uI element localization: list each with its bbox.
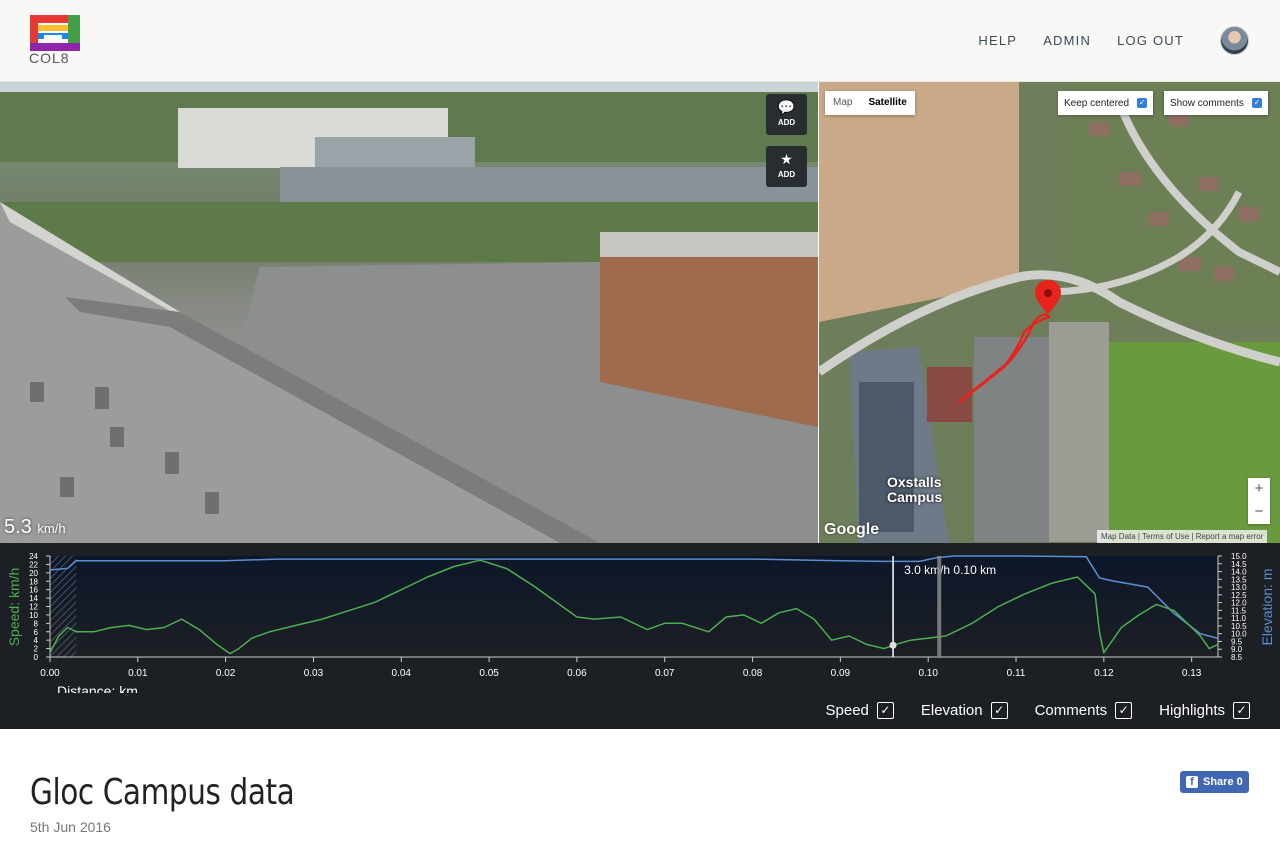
cursor-label: 3.0 km/h 0.10 km: [904, 563, 996, 577]
video-player[interactable]: 💬 ADD ★ ADD 5.3 km/h: [0, 82, 818, 543]
start-hatch: [50, 556, 77, 657]
chart-series-toggles: Speed ✓ Elevation ✓ Comments ✓ Highlights ✓: [799, 702, 1250, 719]
left-axis-title: Speed: km/h: [6, 568, 22, 647]
left-tick-label: 10: [29, 611, 38, 620]
right-axis-title: Elevation: m: [1259, 568, 1275, 645]
show-comments-toggle[interactable]: Show comments ✓: [1164, 91, 1268, 115]
toggle-speed[interactable]: Speed ✓: [826, 702, 894, 719]
add-highlight-button[interactable]: ★ ADD: [766, 146, 807, 187]
map-type-map[interactable]: Map: [825, 91, 860, 115]
left-tick-label: 12: [29, 603, 38, 612]
x-tick-label: 0.03: [304, 668, 324, 679]
toggle-elevation[interactable]: Elevation ✓: [921, 702, 1008, 719]
x-tick-label: 0.07: [655, 668, 675, 679]
keep-centered-checkbox[interactable]: ✓: [1137, 98, 1148, 108]
keep-centered-toggle[interactable]: Keep centered ✓: [1058, 91, 1154, 115]
left-tick-label: 8: [34, 619, 39, 628]
map-attribution[interactable]: Map Data | Terms of Use | Report a map e…: [1097, 530, 1268, 543]
zoom-controls: + −: [1248, 478, 1270, 524]
plot-area: [50, 556, 1218, 657]
map-type-satellite[interactable]: Satellite: [860, 91, 914, 115]
x-tick-label: 0.08: [743, 668, 763, 679]
page-title: Gloc Campus data: [30, 772, 295, 813]
x-tick-label: 0.13: [1182, 668, 1202, 679]
logo-text: COL8: [29, 50, 70, 66]
x-tick-label: 0.06: [567, 668, 587, 679]
campus-label: Oxstalls Campus: [887, 474, 943, 505]
user-avatar[interactable]: [1220, 26, 1249, 55]
toggle-highlights[interactable]: Highlights ✓: [1159, 702, 1250, 719]
zoom-in-button[interactable]: +: [1248, 478, 1270, 501]
main-nav: HELP ADMIN LOG OUT: [952, 33, 1184, 48]
top-header: COL8 HELP ADMIN LOG OUT: [0, 0, 1280, 82]
hover-point: [889, 641, 897, 649]
add-comment-button[interactable]: 💬 ADD: [766, 94, 807, 135]
left-tick-label: 20: [29, 569, 38, 578]
right-tick-label: 14.0: [1231, 568, 1247, 577]
checkbox-icon[interactable]: ✓: [876, 702, 894, 719]
left-tick-label: 16: [29, 586, 38, 595]
left-tick-label: 18: [29, 577, 38, 586]
x-tick-label: 0.02: [216, 668, 236, 679]
facebook-share-button[interactable]: f Share 0: [1180, 771, 1249, 793]
right-tick-label: 10.0: [1231, 630, 1247, 639]
left-tick-label: 6: [34, 628, 39, 637]
page-date: 5th Jun 2016: [30, 819, 111, 835]
speech-bubble-icon: 💬: [777, 99, 796, 115]
left-tick-label: 4: [34, 636, 39, 645]
checkbox-icon[interactable]: ✓: [990, 702, 1008, 719]
telemetry-chart-panel: 0.00 0.01 0.02 0.03 0.04 0.05 0.06 0.07 0.08 0.09…: [0, 543, 1280, 729]
x-tick-label: 0.11: [1007, 668, 1026, 679]
x-tick-label: 0.01: [128, 668, 148, 679]
playhead-marker: [937, 556, 942, 657]
checkbox-icon[interactable]: ✓: [1115, 702, 1133, 719]
show-comments-checkbox[interactable]: ✓: [1251, 98, 1262, 108]
right-tick-label: 13.5: [1231, 575, 1247, 584]
right-tick-label: 10.5: [1231, 622, 1247, 631]
map-type-toggle: Map Satellite: [825, 91, 915, 115]
star-icon: ★: [780, 151, 793, 167]
right-tick-label: 14.5: [1231, 560, 1247, 569]
x-tick-label: 0.04: [392, 668, 412, 679]
left-tick-label: 14: [29, 594, 38, 603]
speed-elevation-chart[interactable]: 0.00 0.01 0.02 0.03 0.04 0.05 0.06 0.07 0.08 0.09…: [0, 543, 1280, 693]
facebook-icon: f: [1186, 776, 1198, 788]
toggle-comments[interactable]: Comments ✓: [1035, 702, 1133, 719]
satellite-map[interactable]: Map Satellite Keep centered ✓ Show comme…: [819, 82, 1280, 543]
right-tick-label: 12.0: [1231, 599, 1247, 608]
zoom-out-button[interactable]: −: [1248, 501, 1270, 524]
right-tick-label: 11.5: [1231, 606, 1247, 615]
left-tick-label: 0: [34, 653, 39, 662]
right-tick-label: 15.0: [1231, 552, 1247, 561]
right-tick-label: 12.5: [1231, 591, 1247, 600]
nav-logout[interactable]: LOG OUT: [1117, 33, 1184, 48]
right-tick-label: 11.0: [1231, 614, 1247, 623]
nav-admin[interactable]: ADMIN: [1043, 33, 1091, 48]
google-logo: Google: [824, 521, 880, 538]
left-tick-label: 24: [29, 552, 38, 561]
left-tick-label: 22: [29, 560, 38, 569]
right-tick-label: 8.5: [1231, 653, 1243, 662]
x-axis-title: Distance: km: [57, 683, 138, 693]
x-tick-label: 0.09: [831, 668, 851, 679]
right-tick-label: 9.5: [1231, 637, 1243, 646]
x-tick-label: 0.05: [479, 668, 499, 679]
x-tick-label: 0.10: [918, 668, 938, 679]
checkbox-icon[interactable]: ✓: [1233, 702, 1250, 719]
left-tick-label: 2: [34, 645, 39, 654]
right-tick-label: 9.0: [1231, 645, 1243, 654]
x-tick-label: 0.12: [1094, 668, 1114, 679]
right-tick-label: 13.0: [1231, 583, 1247, 592]
drone-footage-frame: [0, 82, 818, 543]
current-speed-readout: 5.3 km/h: [4, 516, 66, 538]
x-tick-label: 0.00: [40, 668, 60, 679]
nav-help[interactable]: HELP: [978, 33, 1017, 48]
